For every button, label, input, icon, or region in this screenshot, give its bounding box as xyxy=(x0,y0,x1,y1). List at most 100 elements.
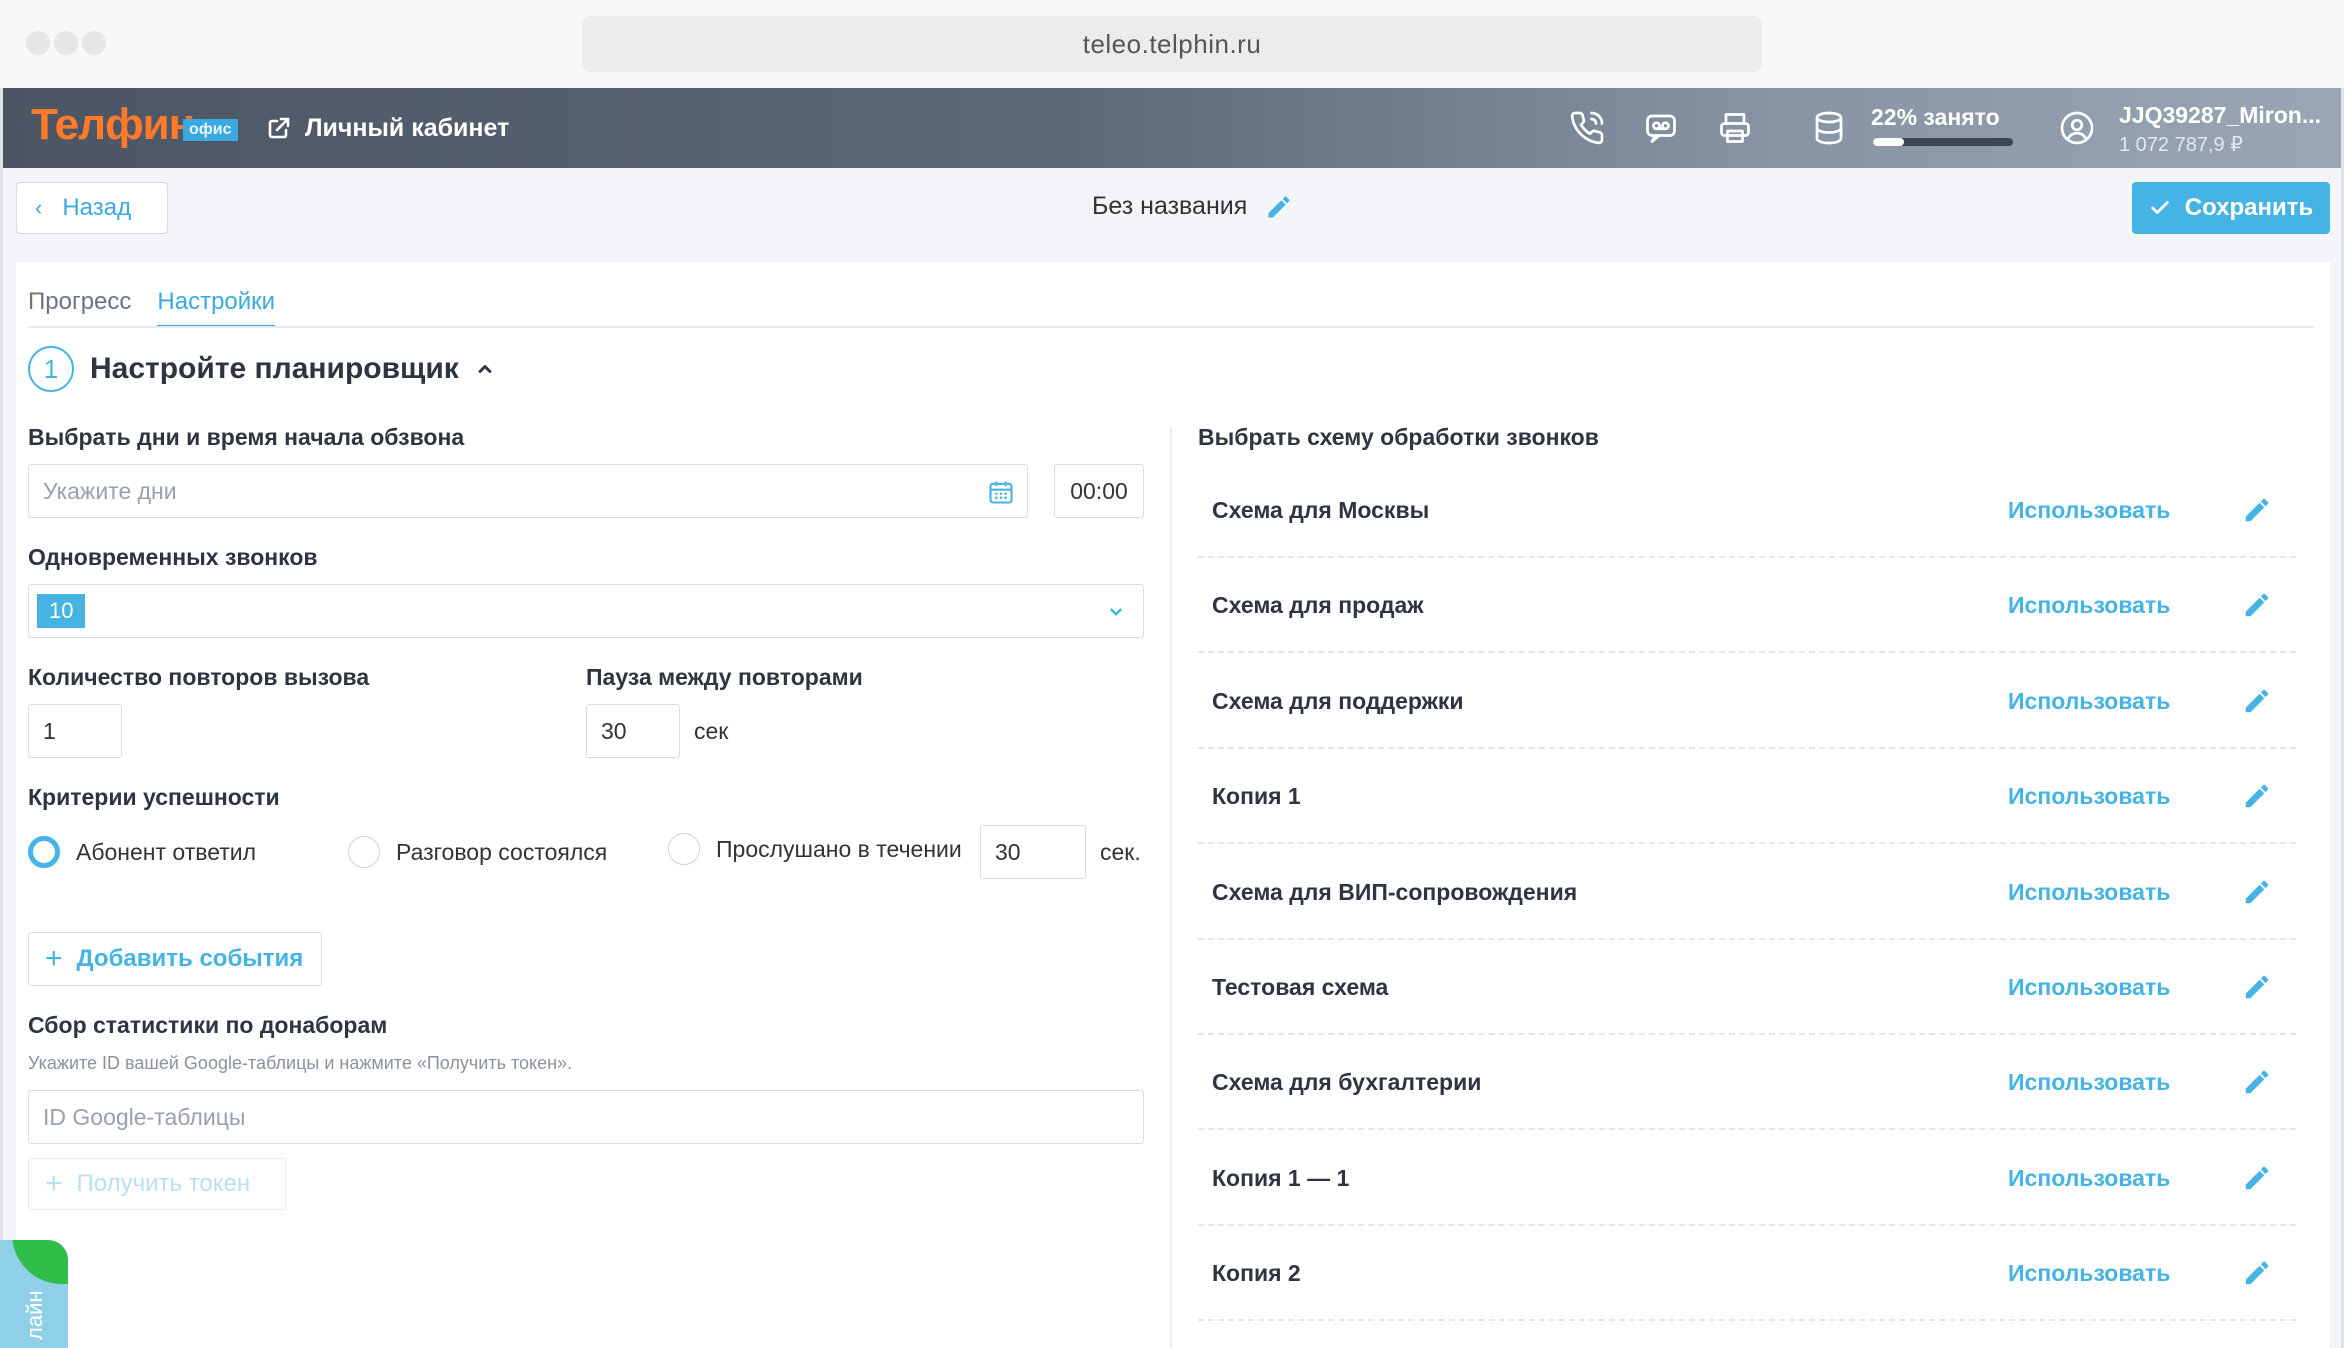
tab-progress[interactable]: Прогресс xyxy=(28,288,131,328)
voicemail-icon[interactable] xyxy=(1643,110,1679,146)
user-account-name[interactable]: JJQ39287_Miron... xyxy=(2119,102,2321,129)
concurrent-calls-select[interactable]: 10 xyxy=(28,584,1144,638)
calendar-icon[interactable] xyxy=(987,478,1015,506)
radio-listened-during[interactable]: Прослушано в течении xyxy=(668,833,962,865)
tab-settings[interactable]: Настройки xyxy=(157,288,276,328)
online-chat-widget[interactable]: лайн xyxy=(0,1240,68,1348)
pause-unit: сек xyxy=(694,718,729,744)
days-input-placeholder: Укажите дни xyxy=(43,477,177,504)
use-scheme-link[interactable]: Использовать xyxy=(2008,940,2170,1035)
use-scheme-link[interactable]: Использовать xyxy=(2008,463,2170,558)
use-scheme-link[interactable]: Использовать xyxy=(2008,749,2170,844)
radio-conversation-happened[interactable]: Разговор состоялся xyxy=(348,836,607,868)
storage-usage-fill xyxy=(1873,138,1904,146)
address-bar[interactable]: teleo.telphin.ru xyxy=(582,16,1762,72)
app-header: Телфин офис Личный кабинет 22% занято JJ… xyxy=(3,88,2341,168)
call-scheme-row: Схема для Москвы Использовать xyxy=(1198,463,2296,558)
edit-title-pencil-icon[interactable] xyxy=(1265,193,1293,221)
logo-badge: офис xyxy=(183,119,238,141)
call-scheme-label: Выбрать схему обработки звонков xyxy=(1198,424,1599,450)
call-scheme-row: Схема для продаж Использовать xyxy=(1198,558,2296,654)
edit-scheme-pencil-icon[interactable] xyxy=(2242,1258,2272,1288)
pause-input[interactable]: 30 xyxy=(586,704,680,758)
back-button-label: Назад xyxy=(62,194,132,221)
call-scheme-name: Схема для Москвы xyxy=(1212,497,1430,523)
edit-scheme-pencil-icon[interactable] xyxy=(2242,877,2272,907)
add-events-button[interactable]: + Добавить события xyxy=(28,932,322,986)
use-scheme-link[interactable]: Использовать xyxy=(2008,558,2170,653)
user-avatar-icon[interactable] xyxy=(2059,110,2095,146)
window-minimize-dot[interactable] xyxy=(54,31,78,55)
days-time-label: Выбрать дни и время начала обзвона xyxy=(28,424,465,450)
success-criteria-label: Критерии успешности xyxy=(28,784,280,810)
chevron-up-icon[interactable] xyxy=(475,359,495,379)
edit-scheme-pencil-icon[interactable] xyxy=(2242,1067,2272,1097)
edit-scheme-pencil-icon[interactable] xyxy=(2242,686,2272,716)
concurrent-calls-label: Одновременных звонков xyxy=(28,544,318,570)
tab-bar: Прогресс Настройки xyxy=(28,288,301,328)
chevron-left-icon: ‹ xyxy=(35,195,43,220)
storage-usage-text: 22% занято xyxy=(1871,104,2000,130)
online-status-indicator xyxy=(12,1240,68,1284)
online-widget-label: лайн xyxy=(22,1290,47,1340)
days-input[interactable]: Укажите дни xyxy=(28,464,1028,518)
step-number-badge: 1 xyxy=(28,346,74,392)
window-close-dot[interactable] xyxy=(26,31,50,55)
listened-seconds-input[interactable]: 30 xyxy=(980,825,1086,879)
use-scheme-link[interactable]: Использовать xyxy=(2008,1035,2170,1130)
concurrent-calls-chip: 10 xyxy=(37,594,86,628)
call-scheme-row: Копия 1 Использовать xyxy=(1198,749,2296,845)
call-scheme-name: Копия 1 xyxy=(1212,783,1301,810)
stats-collection-hint: Укажите ID вашей Google-таблицы и нажмит… xyxy=(28,1053,573,1073)
radio-label: Абонент ответил xyxy=(76,838,257,865)
get-token-button[interactable]: + Получить токен xyxy=(28,1158,286,1210)
back-button[interactable]: ‹ Назад xyxy=(16,182,168,234)
edit-scheme-pencil-icon[interactable] xyxy=(2242,1163,2272,1193)
plus-icon: + xyxy=(45,1167,63,1200)
use-scheme-link[interactable]: Использовать xyxy=(2008,1131,2170,1226)
radio-subscriber-answered[interactable]: Абонент ответил xyxy=(28,836,256,868)
personal-cabinet-link[interactable]: Личный кабинет xyxy=(267,88,509,168)
get-token-label: Получить токен xyxy=(76,1170,251,1197)
edit-scheme-pencil-icon[interactable] xyxy=(2242,972,2272,1002)
use-scheme-link[interactable]: Использовать xyxy=(2008,1226,2170,1321)
edit-scheme-pencil-icon[interactable] xyxy=(2242,495,2272,525)
phone-callback-icon[interactable] xyxy=(1569,110,1605,146)
scheduler-section-header[interactable]: 1 Настройте планировщик xyxy=(28,346,495,392)
call-scheme-name: Копия 1 — 1 xyxy=(1212,1164,1350,1191)
google-sheet-id-input[interactable]: ID Google-таблицы xyxy=(28,1090,1144,1144)
call-scheme-name: Схема для бухгалтерии xyxy=(1212,1069,1482,1096)
add-events-label: Добавить события xyxy=(76,945,304,972)
column-divider xyxy=(1170,426,1172,1348)
call-scheme-name: Схема для продаж xyxy=(1212,592,1424,619)
plus-icon: + xyxy=(45,942,63,975)
printer-icon[interactable] xyxy=(1717,110,1753,146)
personal-cabinet-label: Личный кабинет xyxy=(305,113,510,142)
database-icon xyxy=(1815,111,1843,145)
use-scheme-link[interactable]: Использовать xyxy=(2008,654,2170,749)
call-scheme-row: Тестовая схема Использовать xyxy=(1198,940,2296,1035)
edit-scheme-pencil-icon[interactable] xyxy=(2242,590,2272,620)
call-scheme-row: Схема для бухгалтерии Использовать xyxy=(1198,1035,2296,1131)
checkmark-icon xyxy=(2151,201,2169,214)
chevron-down-icon[interactable] xyxy=(1107,603,1125,621)
call-scheme-row: Схема для поддержки Использовать xyxy=(1198,654,2296,749)
retries-input[interactable]: 1 xyxy=(28,704,122,758)
listened-seconds-unit: сек. xyxy=(1100,839,1141,865)
edit-scheme-pencil-icon[interactable] xyxy=(2242,781,2272,811)
radio-circle xyxy=(348,836,380,868)
radio-label: Разговор состоялся xyxy=(396,838,608,865)
radio-circle xyxy=(668,833,700,865)
call-scheme-name: Тестовая схема xyxy=(1212,974,1389,1000)
save-button[interactable]: Сохранить xyxy=(2132,182,2330,234)
storage-usage-bar xyxy=(1873,138,2013,146)
telfin-logo[interactable]: Телфин xyxy=(31,100,195,150)
call-scheme-row: Копия 2 Использовать xyxy=(1198,1226,2296,1322)
pause-label: Пауза между повторами xyxy=(586,664,863,690)
use-scheme-link[interactable]: Использовать xyxy=(2008,845,2170,940)
retries-label: Количество повторов вызова xyxy=(28,664,370,690)
external-link-icon xyxy=(268,117,290,139)
window-maximize-dot[interactable] xyxy=(82,31,106,55)
start-time-input[interactable]: 00:00 xyxy=(1054,464,1144,518)
google-sheet-id-placeholder: ID Google-таблицы xyxy=(43,1103,246,1130)
